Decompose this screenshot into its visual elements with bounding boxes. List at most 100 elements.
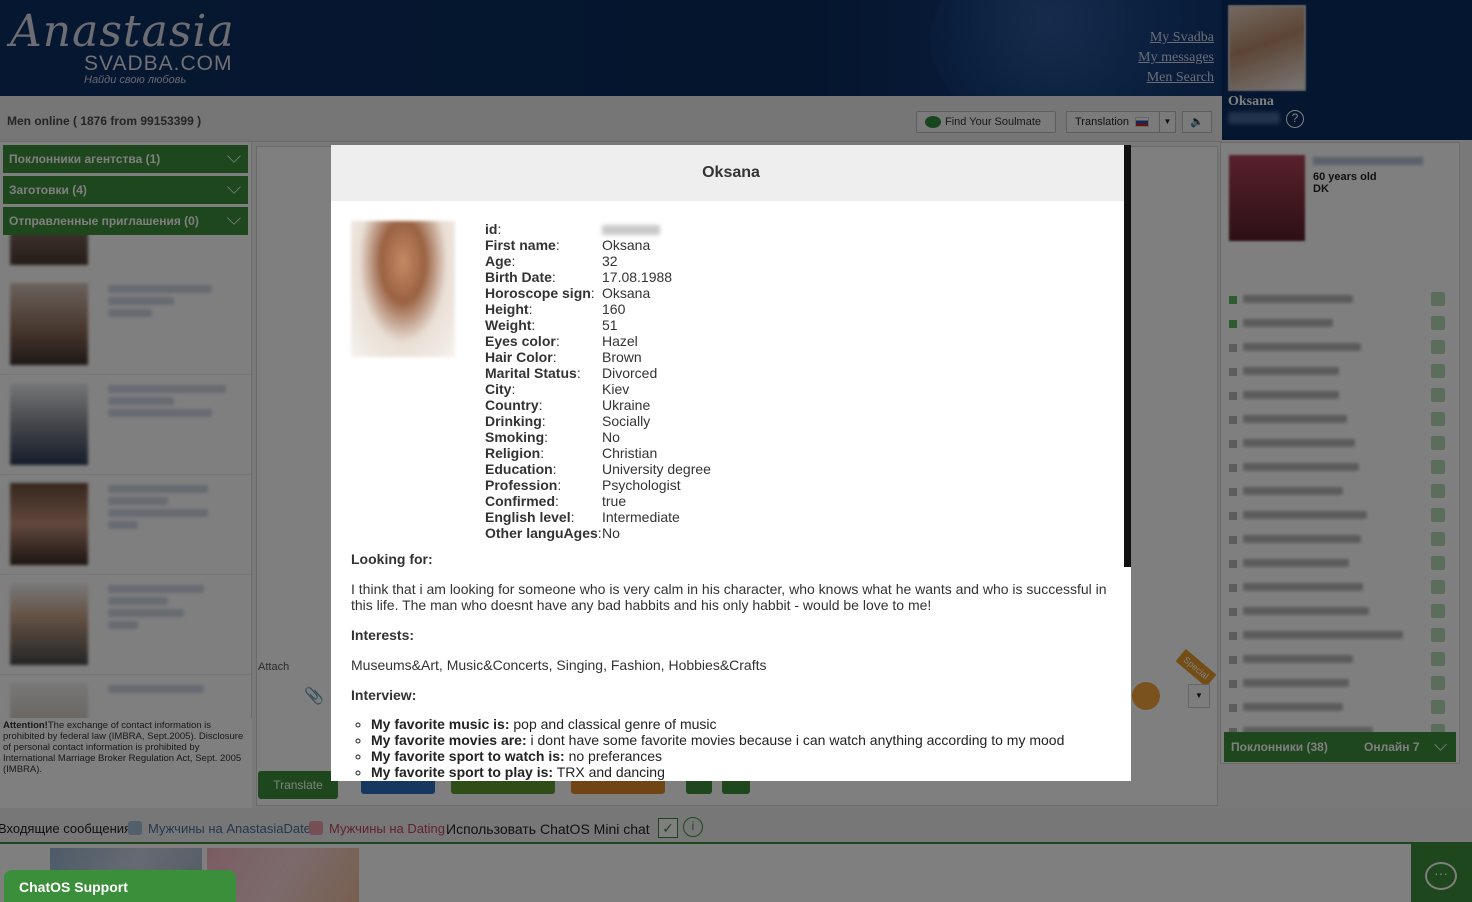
field-label: Religion: <box>485 445 545 461</box>
field-value <box>602 221 660 237</box>
interview-item: My favorite music is: pop and classical … <box>371 716 1064 732</box>
profile-fields: id: First name: Oksana Age: 32 Birth Date: 17.… <box>485 221 711 541</box>
field-label: Confirmed: <box>485 493 559 509</box>
field-value: Hazel <box>602 333 638 349</box>
section-label: Interview <box>351 687 412 703</box>
profile-field: Profession: Psychologist <box>485 477 711 493</box>
modal-scrollbar[interactable] <box>1124 145 1131 567</box>
interview-item: My favorite sport to play is: TRX and da… <box>371 764 1064 780</box>
field-label: First name: <box>485 237 560 253</box>
profile-photo <box>351 221 455 357</box>
id-blurred <box>602 225 660 236</box>
interview-question: My favorite music is: <box>371 716 510 732</box>
field-label-text: Height <box>485 301 529 317</box>
field-label: English level: <box>485 509 575 525</box>
field-value: Christian <box>602 445 658 461</box>
field-label-text: Hair Color <box>485 349 553 365</box>
field-value: 17.08.1988 <box>602 269 673 285</box>
interview-answer: TRX and dancing <box>556 764 665 780</box>
field-value: 160 <box>602 301 626 317</box>
profile-field: Height: 160 <box>485 301 711 317</box>
field-label: Hair Color: <box>485 349 557 365</box>
field-label-text: Age <box>485 253 512 269</box>
profile-field: Weight: 51 <box>485 317 711 333</box>
field-label-text: English level <box>485 509 571 525</box>
field-label: City: <box>485 381 516 397</box>
looking-for-title: Looking for: <box>351 551 433 567</box>
interview-answer: no preferances <box>568 748 662 764</box>
profile-field: English level: Intermediate <box>485 509 711 525</box>
profile-field: Education: University degree <box>485 461 711 477</box>
interview-item: My favorite sport to watch is: no prefer… <box>371 748 1064 764</box>
profile-field: City: Kiev <box>485 381 711 397</box>
interview-answer: pop and classical genre of music <box>513 716 717 732</box>
field-label-text: Other languAges <box>485 525 598 541</box>
interests-title: Interests: <box>351 627 415 643</box>
field-label: Smoking: <box>485 429 549 445</box>
section-label: Interests <box>351 627 410 643</box>
field-value: Intermediate <box>602 509 680 525</box>
interview-item: My favorite movies are: i dont have some… <box>371 732 1064 748</box>
field-label: Education: <box>485 461 557 477</box>
modal-title: Oksana <box>331 145 1131 201</box>
profile-field: Confirmed: true <box>485 493 711 509</box>
field-value: 51 <box>602 317 618 333</box>
looking-for-text: I think that i am looking for someone wh… <box>351 581 1107 613</box>
field-label: Marital Status: <box>485 365 581 381</box>
field-label-text: Smoking <box>485 429 545 445</box>
field-value: Brown <box>602 349 642 365</box>
interests-text: Museums&Art, Music&Concerts, Singing, Fa… <box>351 657 767 673</box>
interview-question: My favorite movies are: <box>371 732 527 748</box>
interview-answer: i dont have some favorite movies because… <box>530 732 1065 748</box>
section-label: Looking for <box>351 551 428 567</box>
profile-field: Marital Status: Divorced <box>485 365 711 381</box>
profile-field: Other languAges:No <box>485 525 711 541</box>
field-value: Oksana <box>602 285 651 301</box>
field-label: id: <box>485 221 502 237</box>
profile-field: Birth Date: 17.08.1988 <box>485 269 711 285</box>
interview-question: My favorite sport to watch is: <box>371 748 565 764</box>
profile-field: Horoscope sign: Oksana <box>485 285 711 301</box>
field-label-text: Horoscope sign <box>485 285 591 301</box>
field-label-text: City <box>485 381 512 397</box>
interview-title: Interview: <box>351 687 417 703</box>
interview-question: My favorite sport to play is: <box>371 764 554 780</box>
chatos-support-button[interactable]: ChatOS Support <box>4 870 236 902</box>
field-label-text: Marital Status <box>485 365 577 381</box>
field-value: University degree <box>602 461 711 477</box>
field-value: Oksana <box>602 237 651 253</box>
field-label: Height: <box>485 301 533 317</box>
field-label: Horoscope sign: <box>485 285 595 301</box>
field-label-text: First name <box>485 237 556 253</box>
field-label: Eyes color: <box>485 333 560 349</box>
field-label-text: Country <box>485 397 539 413</box>
field-label: Profession: <box>485 477 562 493</box>
field-label-text: Weight <box>485 317 532 333</box>
field-label: Drinking: <box>485 413 546 429</box>
field-label-text: Education <box>485 461 553 477</box>
field-value: Socially <box>602 413 651 429</box>
field-value: Ukraine <box>602 397 651 413</box>
field-label-text: Drinking <box>485 413 542 429</box>
profile-field: Religion: Christian <box>485 445 711 461</box>
field-value: 32 <box>602 253 618 269</box>
field-label-text: id <box>485 221 498 237</box>
field-label-text: Birth Date <box>485 269 552 285</box>
field-label-text: Eyes color <box>485 333 556 349</box>
profile-field: Smoking: No <box>485 429 711 445</box>
profile-field: First name: Oksana <box>485 237 711 253</box>
profile-field: Age: 32 <box>485 253 711 269</box>
profile-field: Drinking: Socially <box>485 413 711 429</box>
field-label: Weight: <box>485 317 536 333</box>
field-value: No <box>602 525 620 541</box>
field-value: Psychologist <box>602 477 681 493</box>
profile-field: Country: Ukraine <box>485 397 711 413</box>
field-label-text: Profession <box>485 477 558 493</box>
interview-list: My favorite music is: pop and classical … <box>351 716 1064 780</box>
field-value: No <box>602 429 620 445</box>
field-label: Country: <box>485 397 543 413</box>
field-label: Birth Date: <box>485 269 556 285</box>
field-value: true <box>602 493 627 509</box>
field-label-text: Confirmed <box>485 493 555 509</box>
field-label: Other languAges: <box>485 525 602 541</box>
